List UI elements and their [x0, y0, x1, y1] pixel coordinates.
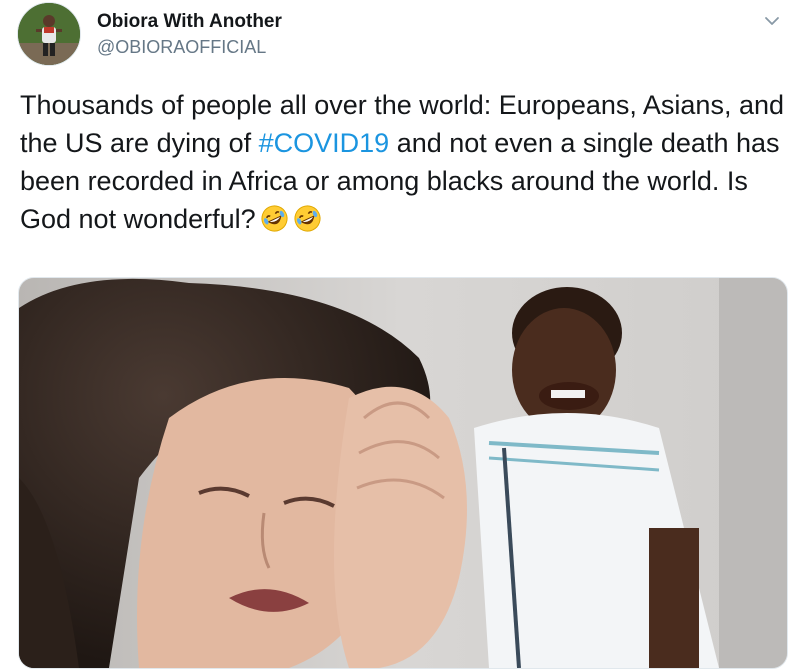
tweet-card: Obiora With Another @OBIORAOFFICIAL Thou…: [0, 0, 800, 669]
rolling-on-floor-laughing-emoji-icon: [293, 204, 322, 233]
rolling-on-floor-laughing-emoji-icon: [260, 204, 289, 233]
media-image: [19, 278, 787, 668]
author-display-name[interactable]: Obiora With Another: [97, 11, 282, 33]
author-handle[interactable]: @OBIORAOFFICIAL: [97, 37, 266, 58]
hashtag-link[interactable]: #COVID19: [259, 128, 390, 158]
author-avatar[interactable]: [17, 2, 81, 66]
tweet-media-gif[interactable]: [18, 277, 788, 669]
person-avatar-icon: [18, 3, 80, 65]
chevron-down-icon[interactable]: [761, 10, 783, 32]
tweet-body: Thousands of people all over the world: …: [20, 86, 790, 238]
